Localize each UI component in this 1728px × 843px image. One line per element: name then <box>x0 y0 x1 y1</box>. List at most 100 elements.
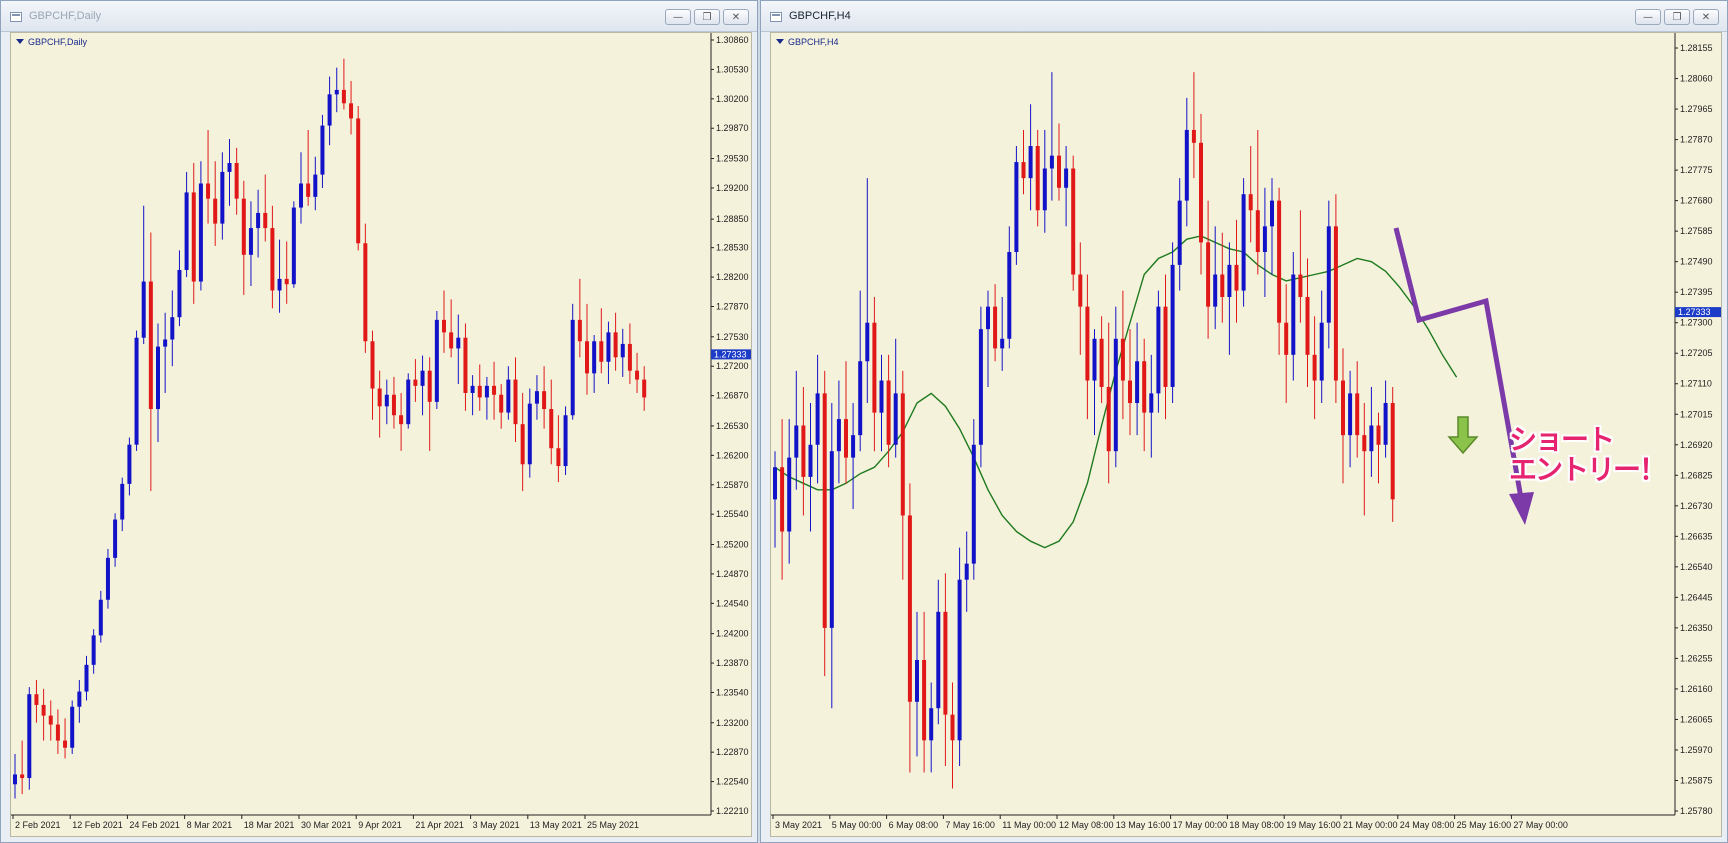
candle <box>377 370 382 438</box>
candle <box>227 138 232 206</box>
close-button[interactable]: ✕ <box>1693 9 1719 25</box>
chart-window-icon <box>10 12 22 22</box>
candle-body <box>141 281 146 338</box>
price-tick-label: 1.22210 <box>716 806 749 816</box>
price-tick-label: 1.29200 <box>716 183 749 193</box>
candle <box>1348 370 1353 468</box>
candle-body <box>1099 338 1104 387</box>
candle-body <box>1128 380 1132 404</box>
candle <box>1177 178 1182 291</box>
candle-body <box>127 444 132 484</box>
candle-body <box>34 694 39 705</box>
candle-body <box>156 346 160 410</box>
candle-body <box>915 660 919 702</box>
restore-button[interactable]: ❐ <box>694 9 720 25</box>
candle <box>349 81 354 135</box>
candle-body <box>1184 129 1189 201</box>
price-tick-label: 1.30530 <box>716 64 749 74</box>
daily-chart-area[interactable]: 1.30860 1.30530 1.30200 1.29870 1.29530 1.292… <box>10 32 752 837</box>
price-tick-label: 1.28200 <box>716 272 749 282</box>
candle <box>399 392 404 451</box>
candle <box>1106 322 1111 484</box>
candle-body <box>1362 435 1367 452</box>
candle <box>1021 129 1026 195</box>
candle-body <box>1177 200 1182 265</box>
candle <box>198 161 203 291</box>
time-tick-label: 12 May 08:00 <box>1059 820 1114 830</box>
symbol-timeframe-label[interactable]: GBPCHF,Daily <box>16 37 87 47</box>
window-title: GBPCHF,H4 <box>789 10 851 22</box>
candle-body <box>1277 200 1282 323</box>
candle-body <box>1092 338 1097 381</box>
candle-body <box>907 515 912 702</box>
h4-chart-window[interactable]: GBPCHF,H4 — ❐ ✕ 1.28155 1.28060 1.27965 1.278… <box>760 0 1728 843</box>
candle <box>1326 200 1331 349</box>
candle <box>1149 354 1154 458</box>
price-tick-label: 1.26920 <box>1680 440 1713 450</box>
candle-body <box>55 724 60 741</box>
candle <box>971 419 976 580</box>
time-tick-label: 3 May 2021 <box>473 820 520 830</box>
close-button[interactable]: ✕ <box>723 9 749 25</box>
candle <box>1064 146 1069 227</box>
time-tick-label: 2 Feb 2021 <box>15 820 61 830</box>
candle <box>77 679 82 723</box>
daily-chart-window[interactable]: GBPCHF,Daily — ❐ ✕ 1.30860 1.30530 1.30200 1.… <box>0 0 758 843</box>
candle <box>291 201 296 288</box>
price-tick-label: 1.26730 <box>1680 501 1713 511</box>
candle-body <box>822 393 827 628</box>
candle-body <box>163 339 168 347</box>
candle <box>470 375 475 416</box>
candle <box>620 328 625 377</box>
restore-button[interactable]: ❐ <box>1664 9 1690 25</box>
candle-body <box>1085 306 1090 381</box>
candle <box>327 76 332 146</box>
candle-body <box>184 192 189 270</box>
candle-body <box>844 419 848 458</box>
candle <box>1049 72 1054 201</box>
candle <box>313 156 318 211</box>
candle <box>1248 146 1253 243</box>
candle <box>563 406 568 475</box>
candle <box>456 314 461 385</box>
candle-body <box>534 391 539 404</box>
dropdown-triangle-icon <box>16 39 24 44</box>
time-tick-label: 21 May 00:00 <box>1343 820 1398 830</box>
candle-body <box>170 317 175 340</box>
candle-body <box>327 94 332 126</box>
annotation-line-1: ショート <box>1509 423 1615 456</box>
price-tick-label: 1.26065 <box>1680 714 1713 724</box>
candle <box>184 171 189 278</box>
h4-chart-area[interactable]: 1.28155 1.28060 1.27965 1.27870 1.27775 1.276… <box>770 32 1722 837</box>
candle <box>922 611 927 773</box>
candle-body <box>929 708 934 741</box>
candle <box>1184 97 1189 227</box>
candle-body <box>399 415 404 425</box>
candle <box>41 688 46 741</box>
candle-body <box>900 393 905 516</box>
symbol-timeframe-label[interactable]: GBPCHF,H4 <box>776 37 839 47</box>
minimize-button[interactable]: — <box>1635 9 1661 25</box>
candle-body <box>1206 242 1211 307</box>
candle <box>822 370 827 677</box>
time-tick-label: 3 May 2021 <box>775 820 822 830</box>
candle-body <box>1149 393 1154 413</box>
candle-body <box>886 380 891 445</box>
h4-titlebar[interactable]: GBPCHF,H4 — ❐ ✕ <box>761 1 1727 32</box>
candle-body <box>620 343 625 358</box>
candle <box>1312 316 1317 420</box>
candle-body <box>363 243 368 342</box>
daily-candlestick-chart[interactable]: 1.30860 1.30530 1.30200 1.29870 1.29530 1.292… <box>11 33 751 836</box>
candle-body <box>206 183 211 199</box>
daily-titlebar[interactable]: GBPCHF,Daily — ❐ ✕ <box>1 1 757 32</box>
minimize-button[interactable]: — <box>665 9 691 25</box>
candle <box>808 403 813 532</box>
candle-body <box>1014 162 1019 253</box>
candle-body <box>1135 361 1140 404</box>
price-tick-label: 1.27300 <box>1680 318 1713 328</box>
candle-body <box>592 341 597 374</box>
candle-body <box>270 228 275 291</box>
candle-body <box>1007 252 1012 339</box>
green-down-arrow-icon <box>1447 416 1479 455</box>
candle <box>893 338 898 458</box>
